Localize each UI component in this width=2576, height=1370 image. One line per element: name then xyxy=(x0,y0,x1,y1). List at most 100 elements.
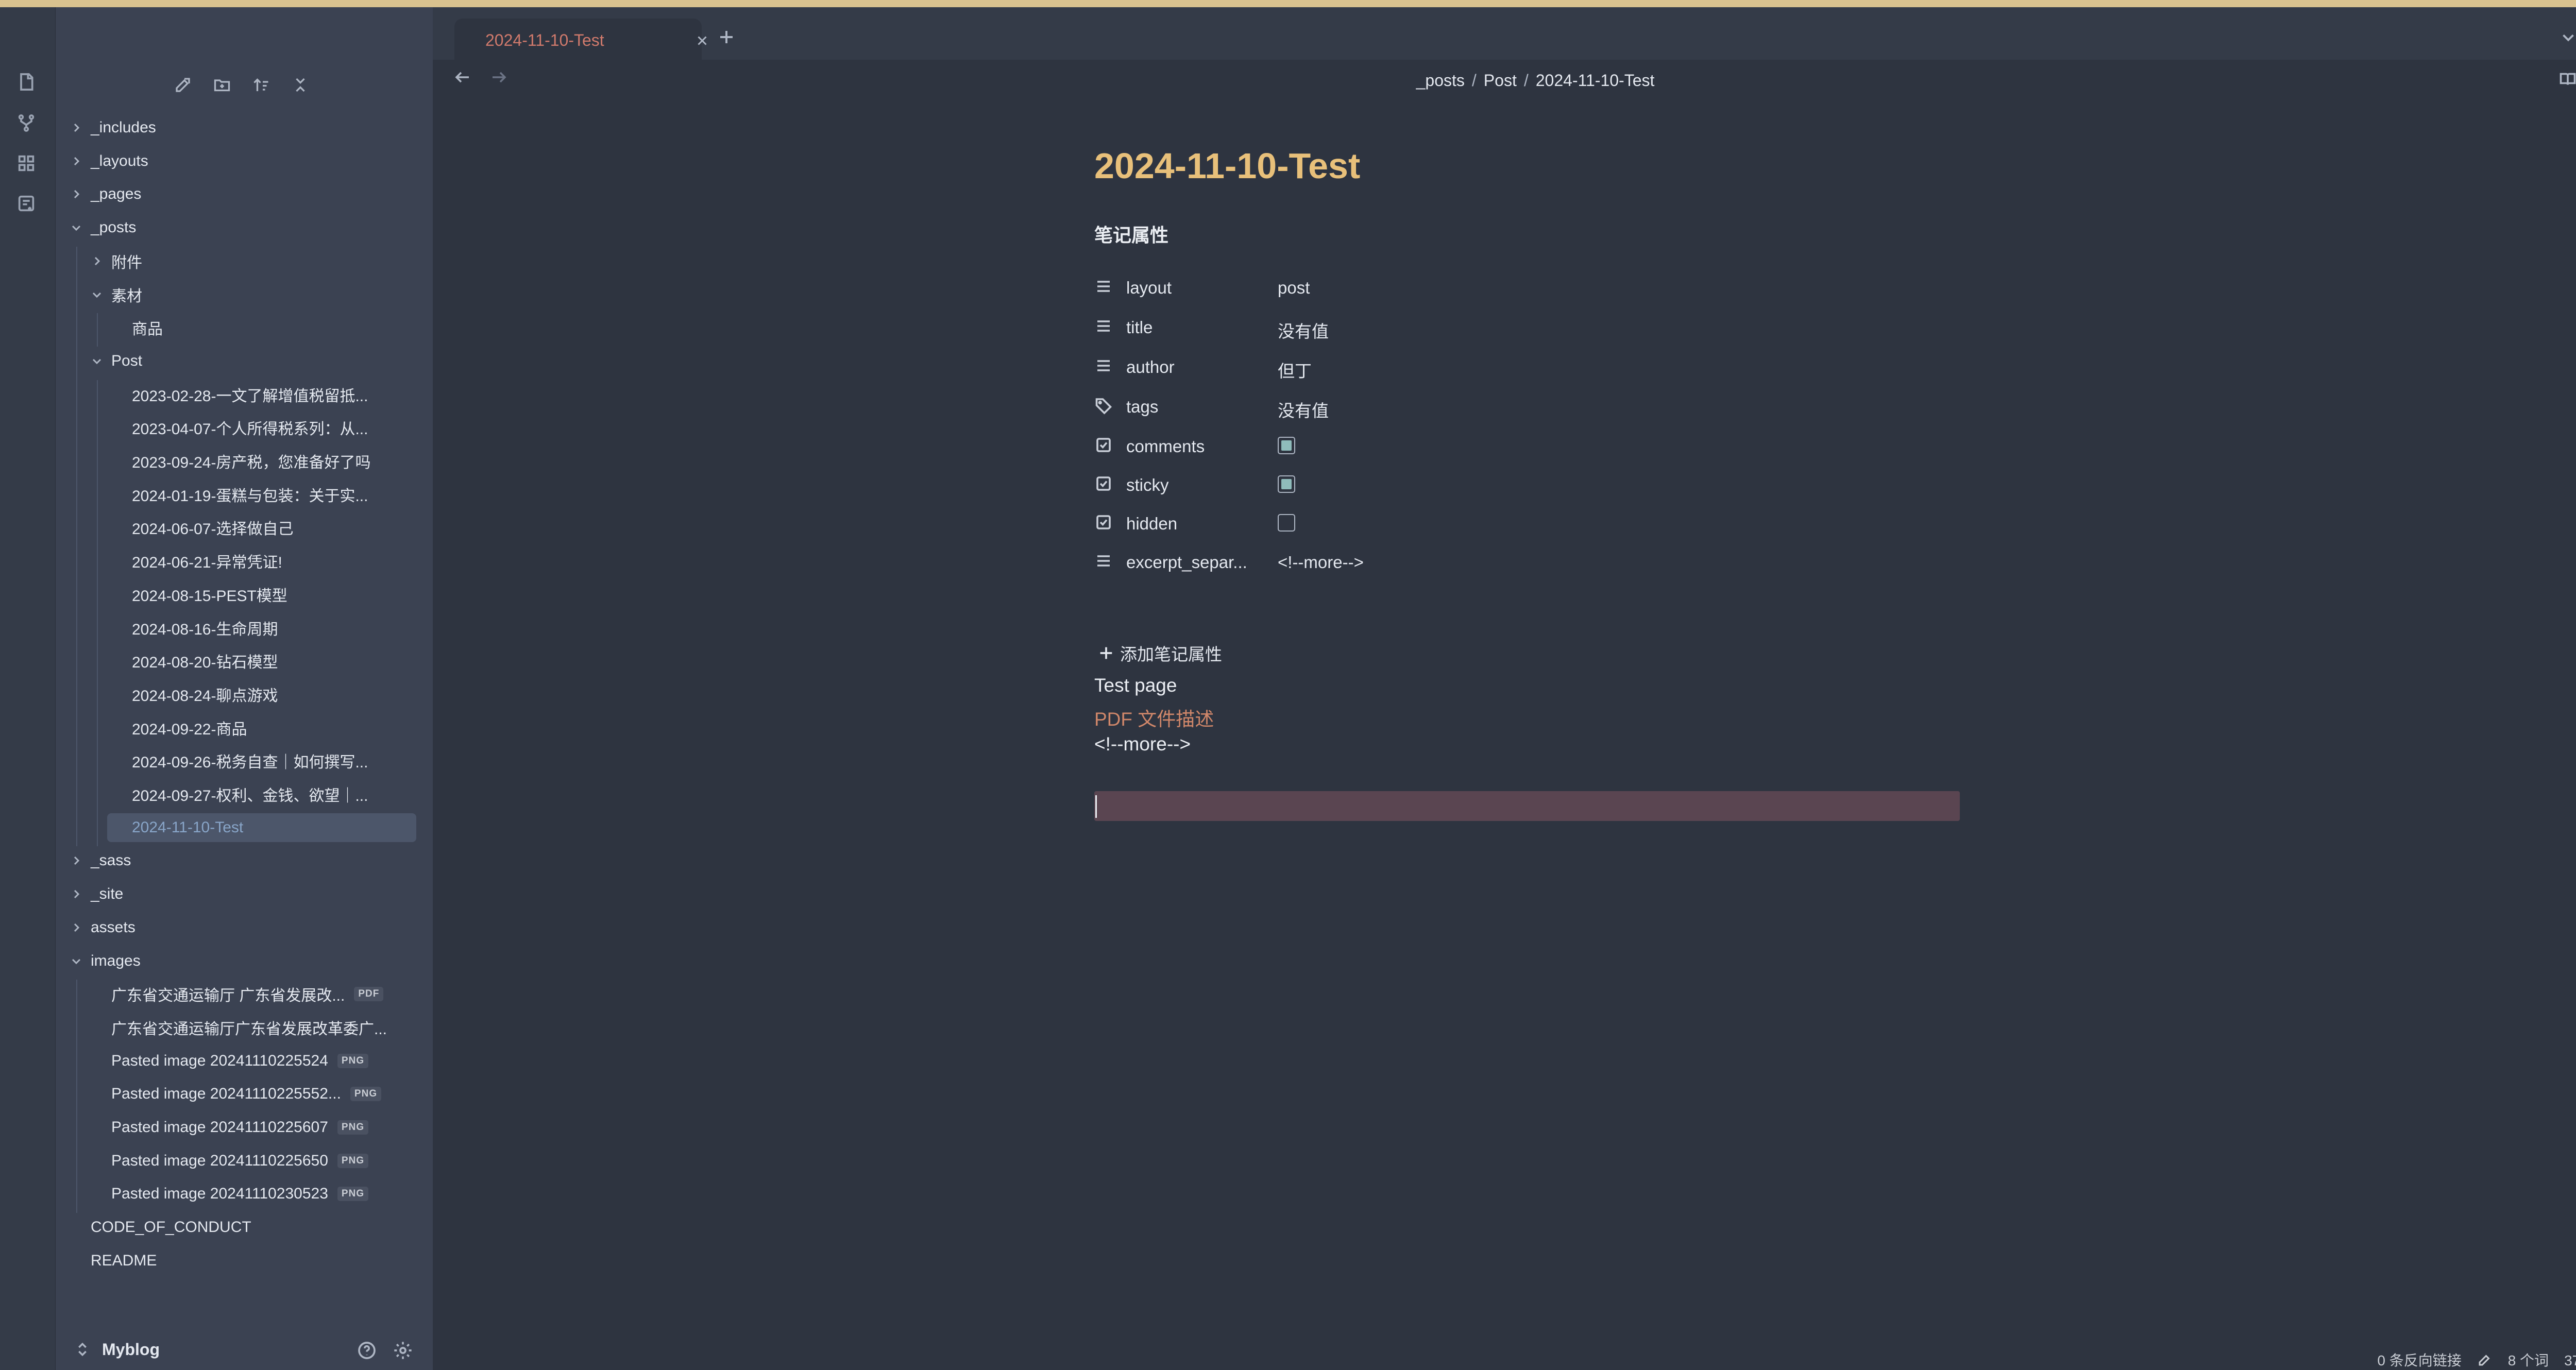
tree-folder[interactable]: 附件 xyxy=(87,247,142,276)
tree-folder[interactable]: _posts xyxy=(66,213,136,242)
new-tab-icon[interactable] xyxy=(717,28,738,48)
property-name[interactable]: excerpt_separ... xyxy=(1126,553,1247,572)
tab-note[interactable]: 2024-11-10-Test xyxy=(454,19,707,60)
tree-file[interactable]: 2024-08-24-聊点游戏 xyxy=(107,680,278,709)
chevron-down-icon[interactable] xyxy=(66,951,87,971)
tree-file[interactable]: 2024-08-15-PEST模型 xyxy=(107,580,287,609)
tree-file[interactable]: 广东省交通运输厅 广东省发展改... PDF xyxy=(87,980,384,1008)
tree-folder[interactable]: assets xyxy=(66,913,135,942)
checkbox-icon[interactable] xyxy=(1094,474,1115,495)
text-lines-icon[interactable] xyxy=(1094,317,1115,337)
property-name[interactable]: layout xyxy=(1126,278,1172,298)
property-value[interactable]: 但丁 xyxy=(1278,357,1312,382)
vault-switcher-icon[interactable] xyxy=(74,1341,95,1362)
tree-file[interactable]: 商品 xyxy=(107,313,163,342)
tree-folder[interactable]: _includes xyxy=(66,113,156,142)
tree-folder[interactable]: images xyxy=(66,947,141,975)
tree-file[interactable]: 2024-08-16-生命周期 xyxy=(107,613,278,642)
chevron-right-icon[interactable] xyxy=(66,184,87,204)
property-value[interactable]: 没有值 xyxy=(1278,318,1329,342)
body-line-pdf-link[interactable]: PDF 文件描述 xyxy=(1094,704,1214,731)
reading-view-book-icon[interactable] xyxy=(2558,70,2576,93)
tree-folder[interactable]: _layouts xyxy=(66,147,148,176)
tree-file[interactable]: Pasted image 20241110230523 PNG xyxy=(87,1179,369,1208)
pencil-icon[interactable] xyxy=(2477,1352,2493,1367)
text-lines-icon[interactable] xyxy=(1094,552,1115,572)
tab-list-chevron-icon[interactable] xyxy=(2558,28,2576,50)
tree-file[interactable]: Pasted image 20241110225650 PNG xyxy=(87,1146,369,1175)
text-lines-icon[interactable] xyxy=(1094,356,1115,377)
active-editor-line[interactable] xyxy=(1094,791,1960,821)
tree-file[interactable]: 2024-01-19-蛋糕与包装：关于实... xyxy=(107,480,368,509)
breadcrumb-item[interactable]: _posts xyxy=(1416,71,1465,90)
chevron-right-icon[interactable] xyxy=(66,151,87,172)
tree-file[interactable]: Pasted image 20241110225552... PNG xyxy=(87,1080,382,1108)
property-name[interactable]: hidden xyxy=(1126,514,1177,534)
property-value[interactable]: post xyxy=(1278,278,1310,298)
tree-file[interactable]: 2024-11-10-Test xyxy=(107,813,416,842)
note-title[interactable]: 2024-11-10-Test xyxy=(1094,145,1360,186)
checkbox-icon[interactable] xyxy=(1094,436,1115,456)
chevron-right-icon[interactable] xyxy=(66,884,87,904)
tree-file[interactable]: 2024-09-27-权利、金钱、欲望｜... xyxy=(107,780,368,809)
property-checkbox[interactable] xyxy=(1278,514,1295,532)
chevron-right-icon[interactable] xyxy=(66,117,87,138)
tree-file[interactable]: 广东省交通运输厅广东省发展改革委广... xyxy=(87,1013,387,1042)
open-quick-switcher-button[interactable] xyxy=(13,69,39,95)
property-name[interactable]: tags xyxy=(1126,397,1158,417)
breadcrumb-item[interactable]: Post xyxy=(1484,71,1517,90)
settings-gear-icon[interactable] xyxy=(393,1340,415,1363)
graph-view-button[interactable] xyxy=(13,110,39,136)
new-folder-button[interactable] xyxy=(209,72,235,98)
text-lines-icon[interactable] xyxy=(1094,277,1115,298)
canvas-button[interactable] xyxy=(13,150,39,176)
tree-folder[interactable]: _pages xyxy=(66,180,141,209)
file-type-badge: PNG xyxy=(337,1053,369,1068)
body-line-more-marker[interactable]: <!--more--> xyxy=(1094,733,1191,755)
tree-folder[interactable]: _sass xyxy=(66,846,131,875)
tree-file[interactable]: 2024-09-26-税务自查｜如何撰写... xyxy=(107,746,368,775)
tree-file[interactable]: 2024-06-07-选择做自己 xyxy=(107,513,293,542)
tree-file[interactable]: 2023-02-28-一文了解增值税留抵... xyxy=(107,380,368,409)
property-checkbox[interactable] xyxy=(1278,475,1295,493)
tree-file[interactable]: 2023-04-07-个人所得税系列：从... xyxy=(107,413,368,442)
chevron-down-icon[interactable] xyxy=(87,351,107,371)
property-value[interactable]: <!--more--> xyxy=(1278,553,1364,572)
vault-name[interactable]: Myblog xyxy=(102,1340,160,1359)
body-line-text[interactable]: Test page xyxy=(1094,675,1177,696)
property-checkbox[interactable] xyxy=(1278,437,1295,454)
tree-folder[interactable]: Post xyxy=(87,347,142,375)
tree-file[interactable]: Pasted image 20241110225607 PNG xyxy=(87,1113,369,1142)
tree-file[interactable]: 2024-09-22-商品 xyxy=(107,713,247,742)
new-note-button[interactable] xyxy=(170,72,196,98)
chevron-right-icon[interactable] xyxy=(87,251,107,271)
tree-folder[interactable]: _site xyxy=(66,880,123,909)
tree-file[interactable]: README xyxy=(66,1246,157,1275)
property-name[interactable]: sticky xyxy=(1126,475,1169,495)
collapse-all-button[interactable] xyxy=(287,72,313,98)
tree-file[interactable]: 2024-08-20-钻石模型 xyxy=(107,646,278,675)
chevron-right-icon[interactable] xyxy=(66,917,87,938)
tree-file[interactable]: Pasted image 20241110225524 PNG xyxy=(87,1047,369,1075)
checkbox-icon[interactable] xyxy=(1094,513,1115,534)
templates-button[interactable] xyxy=(13,191,39,216)
property-value[interactable]: 没有值 xyxy=(1278,397,1329,422)
sort-button[interactable] xyxy=(248,72,274,98)
property-name[interactable]: title xyxy=(1126,318,1153,337)
breadcrumb-current[interactable]: 2024-11-10-Test xyxy=(1536,71,1655,90)
chevron-right-icon[interactable] xyxy=(66,850,87,871)
tree-folder[interactable]: 素材 xyxy=(87,280,142,309)
backlinks-count[interactable]: 0 条反向链接 xyxy=(2377,1349,2461,1370)
add-property-button[interactable]: 添加笔记属性 xyxy=(1097,641,1222,665)
properties-heading[interactable]: 笔记属性 xyxy=(1094,220,1168,247)
chevron-down-icon[interactable] xyxy=(87,284,107,305)
property-name[interactable]: comments xyxy=(1126,437,1205,456)
tree-file[interactable]: CODE_OF_CONDUCT xyxy=(66,1213,251,1242)
help-icon[interactable] xyxy=(357,1340,379,1363)
chevron-down-icon[interactable] xyxy=(66,217,87,238)
close-tab-icon[interactable] xyxy=(694,33,713,52)
property-name[interactable]: author xyxy=(1126,357,1175,377)
tree-file[interactable]: 2024-06-21-异常凭证! xyxy=(107,546,282,575)
tag-icon[interactable] xyxy=(1094,396,1115,417)
tree-file[interactable]: 2023-09-24-房产税，您准备好了吗 xyxy=(107,447,370,475)
